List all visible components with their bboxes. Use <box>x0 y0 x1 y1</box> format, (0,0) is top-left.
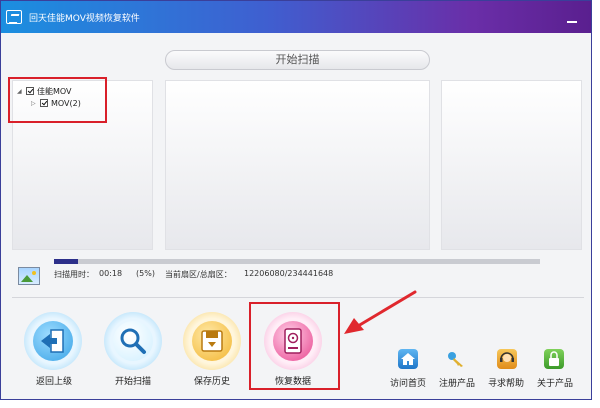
image-preview-icon[interactable] <box>18 267 40 285</box>
back-button-label[interactable]: 返回上级 <box>36 374 72 387</box>
scan-progress-fill <box>54 259 79 264</box>
sector-label: 当前扇区/总扇区： <box>165 270 232 279</box>
window-title: 回天佳能MOV视频恢复软件 <box>29 14 140 24</box>
key-icon[interactable] <box>446 349 466 369</box>
seek-help-link[interactable]: 寻求帮助 <box>488 376 524 389</box>
tree-root-checkbox[interactable] <box>26 87 34 95</box>
file-tree-highlight: ◢ 佳能MOV ▷ MOV(2) <box>8 77 107 123</box>
save-history-button[interactable] <box>183 312 241 370</box>
house-glyph <box>401 353 415 365</box>
save-history-label[interactable]: 保存历史 <box>194 374 230 387</box>
elapsed-label: 扫描用时： <box>54 270 94 279</box>
file-list-panel <box>165 80 430 250</box>
title-bar[interactable]: 回天佳能MOV视频恢复软件 <box>1 1 591 33</box>
expand-triangle-icon[interactable]: ▷ <box>31 100 37 107</box>
tree-child-label: MOV(2) <box>51 98 81 108</box>
recover-highlight-box <box>249 302 340 390</box>
tree-node-root[interactable]: ◢ 佳能MOV <box>17 85 72 97</box>
headset-icon[interactable] <box>497 349 517 369</box>
lock-glyph <box>549 351 559 366</box>
start-scan-button[interactable] <box>104 312 162 370</box>
floppy-disk-icon <box>201 330 223 352</box>
tree-child-checkbox[interactable] <box>40 99 48 107</box>
collapse-triangle-icon[interactable]: ◢ <box>17 88 23 95</box>
back-button[interactable] <box>24 312 82 370</box>
scan-progress-bar <box>54 259 540 264</box>
elapsed-value: 00:18 <box>99 269 123 278</box>
divider <box>12 297 584 298</box>
about-product-link[interactable]: 关于产品 <box>537 376 573 389</box>
headset-glyph <box>500 352 514 362</box>
sector-value: 12206080/234441648 <box>244 269 334 278</box>
red-arrow-icon <box>344 290 417 334</box>
magnifier-icon <box>120 328 146 354</box>
start-scan-label[interactable]: 开始扫描 <box>115 374 151 387</box>
tree-node-child[interactable]: ▷ MOV(2) <box>31 97 81 109</box>
key-glyph <box>448 352 463 367</box>
lock-icon[interactable] <box>544 349 564 369</box>
tree-root-label: 佳能MOV <box>37 86 72 96</box>
exit-door-icon <box>41 329 64 353</box>
progress-percent: (5%) <box>136 269 155 278</box>
house-icon[interactable] <box>398 349 418 369</box>
preview-panel <box>441 80 582 250</box>
scan-header-button[interactable]: 开始扫描 <box>165 50 430 70</box>
visit-home-link[interactable]: 访问首页 <box>390 376 426 389</box>
minimize-button[interactable] <box>563 7 581 25</box>
register-product-link[interactable]: 注册产品 <box>439 376 475 389</box>
app-logo-icon <box>6 10 22 24</box>
